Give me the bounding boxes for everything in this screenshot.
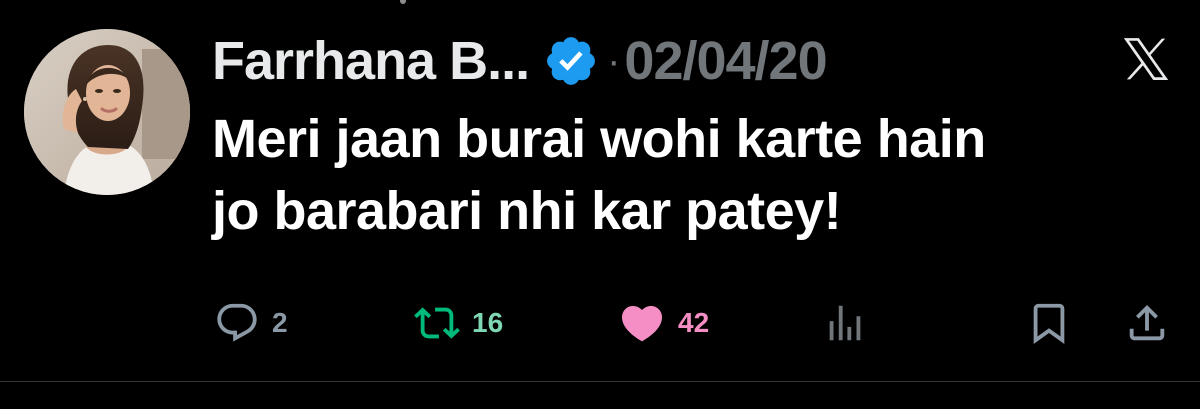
reply-bubble-icon [217, 303, 257, 342]
share-icon [1129, 304, 1165, 341]
verified-badge-icon[interactable] [543, 33, 599, 89]
bookmark-button[interactable] [1026, 296, 1072, 350]
profile-photo-icon [24, 29, 190, 195]
bookmark-icon [1033, 303, 1065, 344]
share-button[interactable] [1124, 296, 1170, 350]
tweet-text-line: Meri jaan burai wohi karte hain [212, 109, 986, 169]
tweet-header: Farrhana B... · 02/04/20 [212, 26, 828, 96]
header-separator: · [607, 38, 621, 83]
tweet-text-line: jo barabari nhi kar patey! [212, 181, 842, 241]
reply-count: 2 [272, 307, 288, 338]
avatar[interactable] [24, 29, 190, 195]
retweet-icon [414, 307, 460, 339]
x-logo-icon[interactable] [1118, 34, 1174, 84]
like-button[interactable]: 42 [618, 296, 709, 350]
tweet-text: Meri jaan burai wohi karte hain jo barab… [212, 103, 1172, 247]
author-name[interactable]: Farrhana B... [212, 30, 530, 92]
tweet-date[interactable]: 02/04/20 [624, 30, 827, 92]
heart-icon [621, 306, 663, 342]
views-button[interactable] [822, 296, 868, 350]
like-count: 42 [678, 307, 710, 338]
tweet-divider [0, 381, 1200, 382]
retweet-button[interactable]: 16 [414, 296, 503, 350]
tweet-card[interactable]: Farrhana B... · 02/04/20 Meri jaan burai… [0, 0, 1200, 381]
retweet-count: 16 [472, 307, 504, 338]
reply-button[interactable]: 2 [214, 296, 288, 350]
action-bar: 2 16 42 [0, 296, 1200, 350]
analytics-icon [829, 305, 861, 341]
